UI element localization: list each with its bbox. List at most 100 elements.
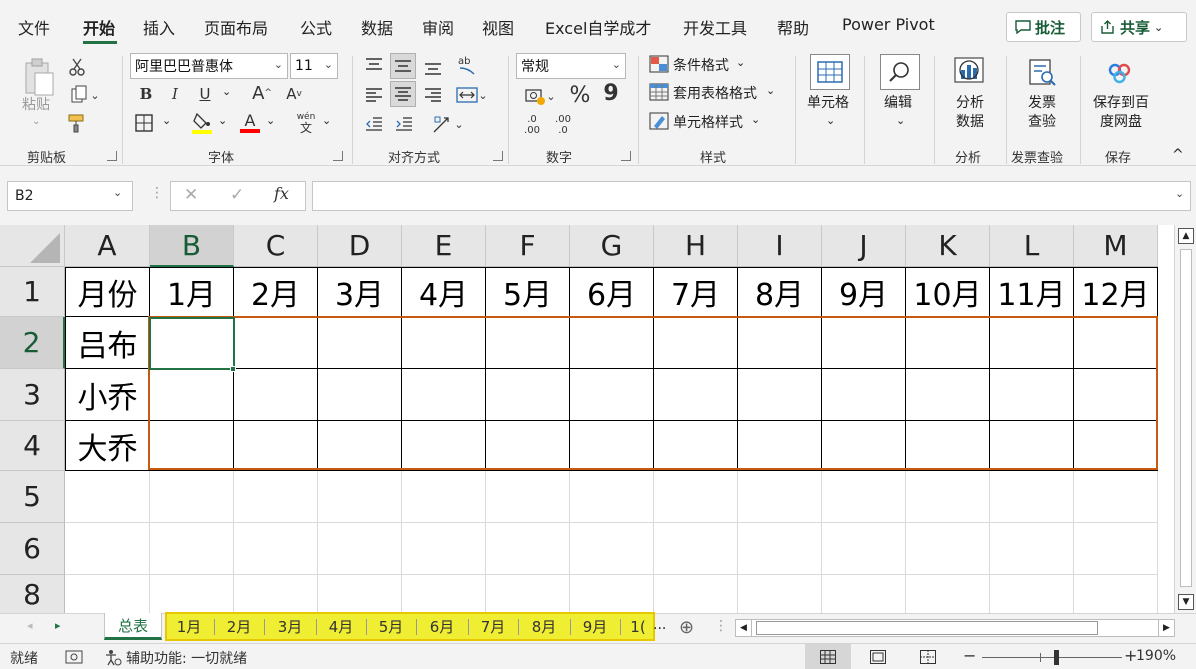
cell-g4[interactable] — [570, 421, 654, 471]
cell-e4[interactable] — [402, 421, 486, 471]
cell-k5[interactable] — [906, 471, 990, 523]
cell-k4[interactable] — [906, 421, 990, 471]
scroll-tabs-left-icon[interactable]: ◂ — [27, 619, 33, 632]
copy-button[interactable]: ⌄ — [65, 84, 105, 106]
cell-m2[interactable] — [1074, 317, 1158, 369]
accessibility-icon[interactable] — [104, 648, 122, 666]
cell-g6[interactable] — [570, 523, 654, 575]
cell-f2[interactable] — [486, 317, 570, 369]
tab-file[interactable]: 文件 — [18, 15, 50, 39]
cell-m1[interactable]: 12月 — [1074, 267, 1158, 317]
cell-m6[interactable] — [1074, 523, 1158, 575]
font-color-dropdown-icon[interactable]: ⌄ — [266, 114, 275, 127]
select-all-corner[interactable] — [0, 225, 65, 267]
cell-styles-button[interactable]: 单元格样式 — [673, 112, 743, 132]
font-color-button[interactable]: A — [238, 110, 262, 136]
column-header-b[interactable]: B — [150, 225, 234, 267]
cell-j8[interactable] — [822, 575, 906, 613]
cell-i8[interactable] — [738, 575, 822, 613]
comments-button[interactable]: 批注 — [1006, 12, 1081, 42]
row-header-8[interactable]: 8 — [0, 575, 65, 613]
cell-h2[interactable] — [654, 317, 738, 369]
cell-d3[interactable] — [318, 369, 402, 421]
cells-button[interactable] — [810, 54, 850, 90]
cut-button[interactable] — [66, 56, 88, 78]
font-name-select[interactable]: 阿里巴巴普惠体 ⌄ — [130, 53, 288, 79]
add-sheet-icon[interactable]: ⊕ — [679, 617, 694, 638]
column-header-j[interactable]: J — [822, 225, 906, 267]
increase-font-button[interactable]: A ^ — [250, 81, 274, 105]
vertical-scroll-thumb[interactable] — [1180, 249, 1192, 587]
cell-c4[interactable] — [234, 421, 318, 471]
cell-h3[interactable] — [654, 369, 738, 421]
cell-h8[interactable] — [654, 575, 738, 613]
column-header-g[interactable]: G — [570, 225, 654, 267]
formula-input[interactable] — [312, 181, 1191, 211]
row-header-2[interactable]: 2 — [0, 317, 65, 369]
column-header-l[interactable]: L — [990, 225, 1074, 267]
phonetic-dropdown-icon[interactable]: ⌄ — [322, 114, 331, 127]
cell-b3[interactable] — [150, 369, 234, 421]
cell-k8[interactable] — [906, 575, 990, 613]
cell-b1[interactable]: 1月 — [150, 267, 234, 317]
cell-j3[interactable] — [822, 369, 906, 421]
alignment-launcher-icon[interactable] — [493, 151, 503, 161]
number-format-select[interactable]: 常规 ⌄ — [516, 53, 626, 79]
name-box-dropdown-icon[interactable]: ⌄ — [113, 186, 122, 199]
underline-button[interactable]: U — [195, 83, 215, 105]
font-size-select[interactable]: 11 ⌄ — [290, 53, 338, 79]
scroll-tabs-right-icon[interactable]: ▸ — [55, 619, 61, 632]
cell-k2[interactable] — [906, 317, 990, 369]
cell-m8[interactable] — [1074, 575, 1158, 613]
column-header-e[interactable]: E — [402, 225, 486, 267]
align-left-button[interactable] — [362, 83, 386, 107]
horizontal-scrollbar[interactable]: ◀ ▶ — [735, 619, 1175, 637]
zoom-level[interactable]: 190% — [1136, 648, 1176, 664]
cell-c5[interactable] — [234, 471, 318, 523]
cell-d6[interactable] — [318, 523, 402, 575]
sheet-tab-month-6[interactable]: 6月 — [418, 613, 466, 640]
column-header-d[interactable]: D — [318, 225, 402, 267]
column-header-k[interactable]: K — [906, 225, 990, 267]
cell-j5[interactable] — [822, 471, 906, 523]
cell-m4[interactable] — [1074, 421, 1158, 471]
cell-d4[interactable] — [318, 421, 402, 471]
cell-e5[interactable] — [402, 471, 486, 523]
row-header-4[interactable]: 4 — [0, 421, 65, 471]
cell-a5[interactable] — [65, 471, 150, 523]
cell-c6[interactable] — [234, 523, 318, 575]
sheet-tab-month-7[interactable]: 7月 — [470, 613, 516, 640]
cell-m3[interactable] — [1074, 369, 1158, 421]
cell-k3[interactable] — [906, 369, 990, 421]
cell-e2[interactable] — [402, 317, 486, 369]
scroll-down-icon[interactable]: ▼ — [1178, 594, 1194, 610]
comma-style-button[interactable]: 9 — [600, 80, 622, 106]
sheet-tab-month-3[interactable]: 3月 — [266, 613, 314, 640]
increase-decimal-button[interactable]: .0.00 — [520, 112, 544, 138]
more-tabs-ellipsis[interactable]: ... — [653, 617, 666, 633]
font-launcher-icon[interactable] — [333, 151, 343, 161]
column-header-m[interactable]: M — [1074, 225, 1158, 267]
sheet-tab-month-4[interactable]: 4月 — [318, 613, 364, 640]
tab-view[interactable]: 视图 — [482, 15, 514, 39]
cell-b5[interactable] — [150, 471, 234, 523]
sheet-tab-month-9[interactable]: 9月 — [572, 613, 618, 640]
row-header-3[interactable]: 3 — [0, 369, 65, 421]
expand-formula-icon[interactable]: ⌄ — [1175, 187, 1184, 200]
cell-f5[interactable] — [486, 471, 570, 523]
bold-button[interactable]: B — [136, 83, 156, 105]
align-middle-button[interactable] — [390, 53, 416, 79]
invoice-check-button[interactable]: 发票查验 — [1026, 94, 1058, 132]
cell-i3[interactable] — [738, 369, 822, 421]
tab-home[interactable]: 开始 — [83, 15, 115, 39]
format-as-table-button[interactable]: 套用表格格式 — [673, 83, 757, 103]
cell-d5[interactable] — [318, 471, 402, 523]
analyze-data-button[interactable]: 分析数据 — [954, 94, 986, 132]
cell-g8[interactable] — [570, 575, 654, 613]
conditional-format-button[interactable]: 条件格式 — [673, 55, 729, 75]
cell-a3[interactable]: 小乔 — [65, 369, 150, 421]
cell-j2[interactable] — [822, 317, 906, 369]
accounting-format-button[interactable]: ⌄ — [520, 84, 560, 108]
cell-l4[interactable] — [990, 421, 1074, 471]
cell-f1[interactable]: 5月 — [486, 267, 570, 317]
